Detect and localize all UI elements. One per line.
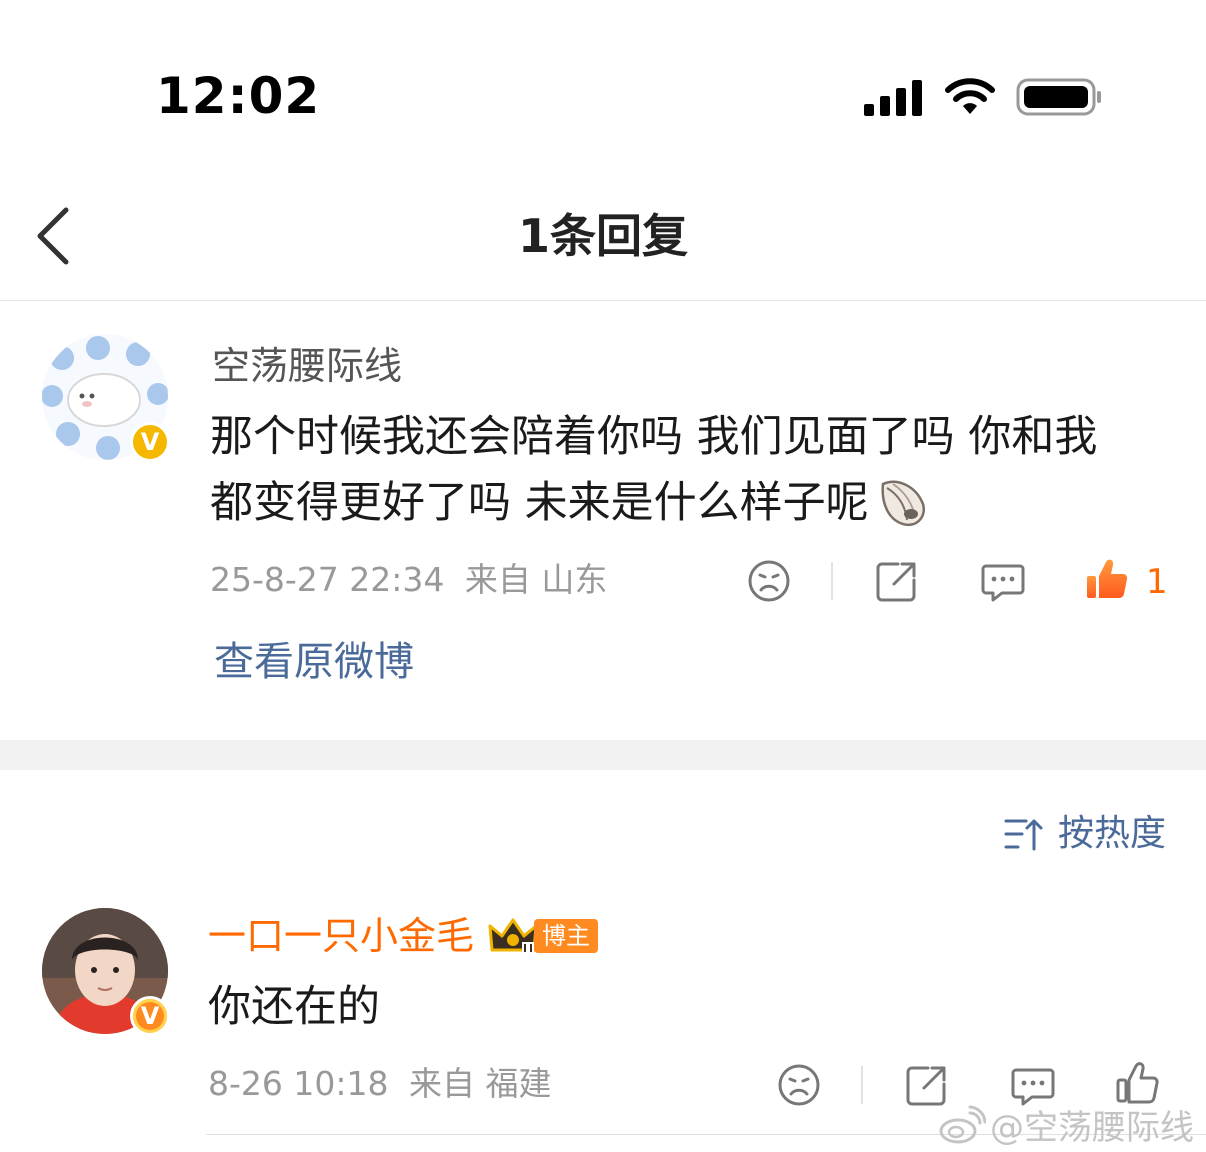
like-button[interactable]	[1084, 556, 1130, 602]
crown-icon	[488, 918, 538, 954]
shell-emoji-icon	[875, 474, 929, 532]
watermark: @空荡腰际线	[938, 1100, 1194, 1149]
author-tag: 博主	[534, 919, 599, 953]
cellular-signal-icon	[864, 80, 924, 116]
reply-timestamp: 8-26 10:18	[208, 1064, 389, 1103]
action-divider	[831, 562, 833, 600]
verified-badge-icon: V	[130, 422, 170, 462]
comment-text-line1: 那个时候我还会陪着你吗 我们见面了吗 你和我	[210, 412, 1098, 462]
section-separator	[0, 740, 1206, 770]
sad-face-icon	[778, 1064, 820, 1106]
reply-text: 你还在的	[208, 982, 380, 1032]
comment-icon	[981, 564, 1025, 602]
wifi-icon	[944, 76, 996, 116]
comment-text: 那个时候我还会陪着你吗 我们见面了吗 你和我 都变得更好了吗 未来是什么样子呢	[210, 404, 1170, 536]
weibo-logo-icon	[939, 1105, 986, 1143]
sort-label: 按热度	[1058, 813, 1167, 854]
dislike-button[interactable]	[746, 558, 792, 604]
reply-header: 一口一只小金毛 博主	[208, 912, 599, 960]
comment-timestamp: 25-8-27 22:34	[210, 560, 445, 599]
watermark-text: @空荡腰际线	[990, 1108, 1194, 1148]
battery-icon	[1016, 78, 1102, 116]
page-title: 1条回复	[517, 209, 688, 263]
reply-source: 来自 福建	[409, 1064, 552, 1103]
reply-meta: 8-26 10:18 来自 福建	[208, 1062, 552, 1106]
sad-face-icon	[748, 560, 790, 602]
comment-text-line2: 都变得更好了吗 未来是什么样子呢	[210, 478, 869, 528]
comment-username[interactable]: 空荡腰际线	[212, 342, 402, 390]
share-button[interactable]	[874, 558, 920, 604]
verified-badge-icon: V	[130, 996, 170, 1036]
view-original-link[interactable]: 查看原微博	[214, 636, 414, 688]
action-divider	[861, 1066, 863, 1104]
author-badge: 博主	[488, 916, 599, 956]
sort-button[interactable]: 按热度	[1004, 812, 1166, 856]
header-divider	[0, 300, 1206, 301]
reply-username[interactable]: 一口一只小金毛	[208, 912, 474, 960]
status-time: 12:02	[156, 67, 321, 125]
comment-source: 来自 山东	[464, 560, 608, 599]
thumbs-up-icon	[1087, 559, 1128, 599]
comment-meta: 25-8-27 22:34 来自 山东	[210, 558, 607, 602]
sort-icon	[1004, 819, 1043, 851]
share-icon	[876, 562, 916, 602]
reply-dislike-button[interactable]	[776, 1062, 822, 1108]
comment-button[interactable]	[980, 558, 1026, 604]
like-count: 1	[1146, 562, 1168, 602]
